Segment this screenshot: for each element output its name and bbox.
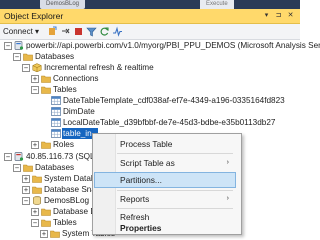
tree-label: DimDate [63, 107, 95, 116]
close-icon[interactable]: ✕ [286, 10, 295, 22]
tree-label: Tables [53, 85, 77, 94]
refresh-icon[interactable] [99, 25, 110, 38]
window-position-icon[interactable]: ▾ [262, 10, 271, 22]
connect-button[interactable]: Connect [3, 25, 33, 38]
menu-item-label: Reports [120, 194, 150, 204]
panel-title: Object Explorer [4, 11, 64, 21]
sql-server-icon [14, 152, 24, 161]
submenu-arrow-icon: › [226, 195, 229, 202]
collapse-icon[interactable]: − [4, 42, 12, 50]
table-icon [51, 107, 61, 116]
collapse-icon[interactable]: − [22, 197, 30, 205]
expand-icon[interactable]: + [22, 186, 30, 194]
menu-item-properties[interactable]: Properties [95, 222, 235, 234]
tree-label: Databases [35, 163, 75, 172]
folder-icon [41, 219, 51, 227]
menu-item-label: Process Table [120, 139, 173, 149]
context-menu: Process Table Script Table as › Partitio… [92, 133, 242, 235]
database-icon [33, 196, 41, 205]
auto-hide-pin-icon[interactable]: ⊐ [274, 10, 283, 22]
menu-item-label: Properties [120, 223, 162, 233]
table-icon [51, 129, 61, 138]
object-explorer-toolbar: Connect ▾ [0, 24, 300, 40]
object-explorer-title-bar: Object Explorer ▾ ⊐ ✕ [0, 9, 300, 24]
menu-item-label: Partitions... [120, 175, 162, 185]
menu-item-process-table[interactable]: Process Table [95, 137, 235, 151]
folder-icon [32, 186, 42, 194]
expand-icon[interactable]: + [31, 208, 39, 216]
filter-icon[interactable] [86, 25, 97, 38]
collapse-icon[interactable]: − [4, 153, 12, 161]
submenu-arrow-icon: › [226, 159, 229, 166]
folder-icon [41, 208, 51, 216]
tree-label: powerbi://api.powerbi.com/v1.0/myorg/PBI… [26, 41, 320, 50]
tree-label: Tables [53, 218, 77, 227]
tree-label: DemosBLog [44, 196, 90, 205]
analysis-server-icon [14, 41, 24, 50]
menu-item-script-table-as[interactable]: Script Table as › [95, 156, 235, 170]
document-tab[interactable]: DemosBLog [40, 0, 86, 9]
execute-button[interactable]: Execute [200, 0, 234, 9]
expand-icon[interactable]: + [31, 75, 39, 83]
folder-icon [41, 141, 51, 149]
collapse-icon[interactable]: − [31, 219, 39, 227]
tree-label: Databases [35, 52, 75, 61]
folder-icon [41, 86, 51, 94]
folder-icon [41, 75, 51, 83]
menu-item-reports[interactable]: Reports › [95, 192, 235, 206]
collapse-icon[interactable]: − [13, 164, 21, 172]
tree-label: DateTableTemplate_cdf038af-ef7e-4349-a19… [63, 96, 285, 105]
collapse-icon[interactable]: − [13, 53, 21, 61]
table-icon [51, 96, 61, 105]
collapse-icon[interactable]: − [22, 64, 30, 72]
tree-label: Connections [53, 74, 99, 83]
connect-object-explorer-icon[interactable] [47, 25, 58, 38]
menu-separator [117, 153, 233, 154]
tree-label: LocalDateTable_d39bfbbf-de7e-45d3-bdbe-e… [63, 118, 276, 127]
menu-separator [117, 208, 233, 209]
expand-icon[interactable]: + [22, 175, 30, 183]
menu-item-partitions[interactable]: Partitions... [94, 172, 236, 188]
activity-monitor-icon[interactable] [112, 25, 123, 38]
table-icon [51, 118, 61, 127]
window-top-strip: DemosBLog Execute [0, 0, 300, 9]
collapse-icon[interactable]: − [31, 86, 39, 94]
cube-database-icon [32, 63, 42, 72]
connect-dropdown-icon[interactable]: ▾ [35, 25, 39, 38]
expand-icon[interactable]: + [31, 141, 39, 149]
tree-label: Incremental refresh & realtime [44, 63, 154, 72]
disconnect-icon[interactable] [60, 25, 71, 38]
expand-icon[interactable]: + [40, 230, 48, 238]
folder-icon [23, 53, 33, 61]
folder-icon [50, 230, 60, 238]
menu-separator [117, 190, 233, 191]
folder-icon [32, 175, 42, 183]
stop-icon[interactable] [73, 25, 84, 38]
menu-item-label: Script Table as [120, 158, 175, 168]
tree-label: Roles [53, 140, 74, 149]
folder-icon [23, 164, 33, 172]
